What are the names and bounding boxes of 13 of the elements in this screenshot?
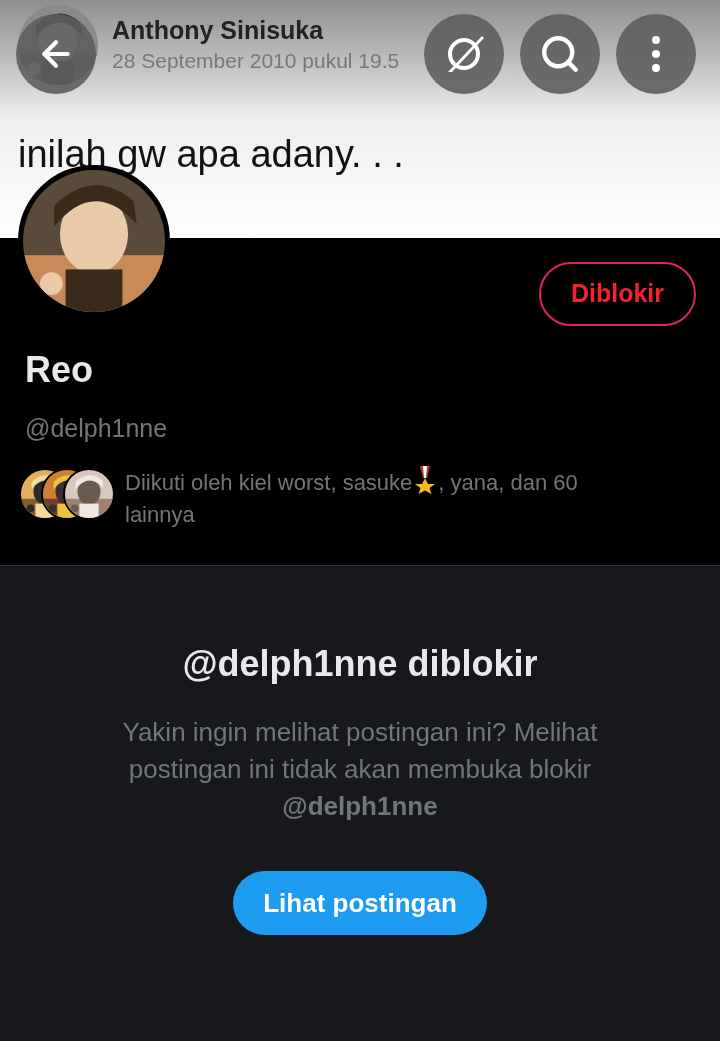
blocked-title: @delph1nne diblokir [182, 642, 538, 686]
search-icon [539, 33, 581, 75]
blocked-button[interactable]: Diblokir [538, 262, 696, 326]
view-posts-button[interactable]: Lihat postingan [233, 871, 487, 935]
blocked-message: Yakin ingin melihat postingan ini? Melihat postingan ini tidak akan membuka blokir @delph1nne [121, 716, 599, 823]
post-text: inilah gw apa adany. . . [18, 133, 404, 175]
profile-handle: @delph1nne [25, 414, 168, 442]
followers-text: Diikuti oleh kiel worst, sasuke , yana, dan 60 lainnya [125, 466, 645, 531]
medal-icon [414, 466, 437, 494]
post-date: 28 September 2010 pukul 19.5 [112, 48, 400, 74]
more-icon [652, 36, 660, 72]
profile-name: Reo [25, 349, 93, 390]
post-author: Anthony Sinisuka [112, 15, 325, 46]
